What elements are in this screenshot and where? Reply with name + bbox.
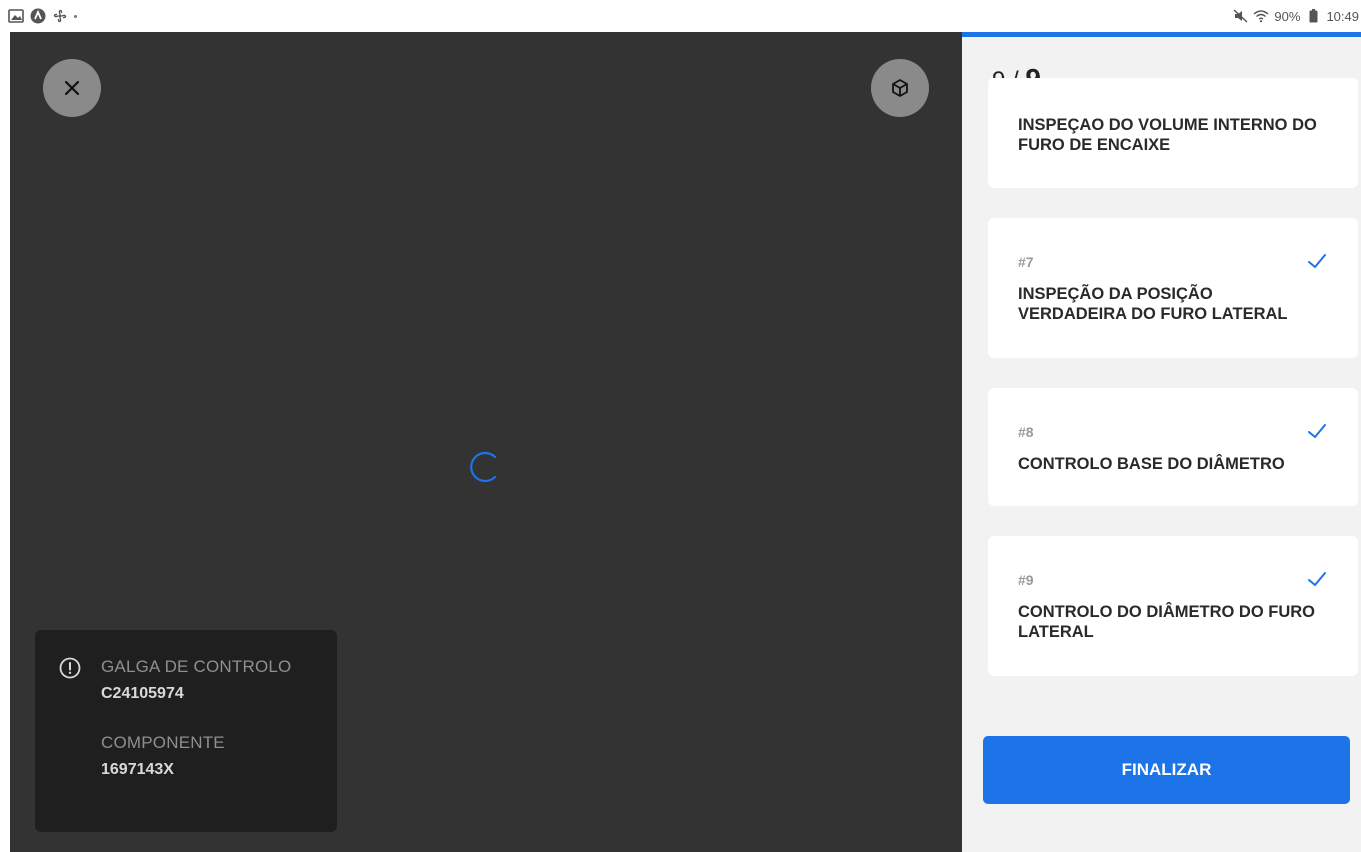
app-notification-icon bbox=[30, 8, 46, 24]
gallery-icon bbox=[8, 8, 24, 24]
check-icon bbox=[1308, 572, 1326, 586]
close-icon bbox=[64, 80, 80, 96]
gauge-info-panel: GALGA DE CONTROLO C24105974 COMPONENTE 1… bbox=[35, 630, 337, 832]
battery-icon bbox=[1305, 8, 1321, 24]
finish-button[interactable]: FINALIZAR bbox=[983, 736, 1350, 804]
fan-icon bbox=[52, 8, 68, 24]
gauge-info-text: GALGA DE CONTROLO C24105974 COMPONENTE 1… bbox=[101, 656, 291, 832]
component-value: 1697143X bbox=[101, 761, 174, 778]
gauge-label: GALGA DE CONTROLO bbox=[101, 657, 292, 676]
3d-view-button[interactable] bbox=[871, 59, 929, 117]
loading-spinner-icon bbox=[470, 451, 497, 483]
status-bar-right: 90% 10:49 bbox=[1232, 8, 1359, 24]
battery-percent: 90% bbox=[1274, 8, 1301, 24]
step-card-9[interactable]: #9 CONTROLO DO DIÂMETRO DO FURO LATERAL bbox=[988, 536, 1358, 676]
status-bar: 90% 10:49 bbox=[0, 0, 1361, 32]
mute-icon bbox=[1232, 8, 1248, 24]
close-button[interactable] bbox=[43, 59, 101, 117]
more-notifications-dot bbox=[74, 14, 77, 18]
check-icon bbox=[1308, 424, 1326, 438]
inspection-steps-panel: 9 / 9 INSPEÇAO DO VOLUME INTERNO DO FURO… bbox=[962, 32, 1361, 852]
step-card-7[interactable]: #7 INSPEÇÃO DA POSIÇÃO VERDADEIRA DO FUR… bbox=[988, 218, 1358, 358]
step-card-6[interactable]: INSPEÇAO DO VOLUME INTERNO DO FURO DE EN… bbox=[988, 78, 1358, 188]
check-icon bbox=[1308, 254, 1326, 268]
step-title: INSPEÇAO DO VOLUME INTERNO DO FURO DE EN… bbox=[1018, 116, 1317, 154]
progress-bar bbox=[962, 32, 1361, 37]
step-title: CONTROLO DO DIÂMETRO DO FURO LATERAL bbox=[1018, 603, 1315, 641]
step-number: #9 bbox=[1018, 572, 1034, 588]
component-label: COMPONENTE bbox=[101, 733, 225, 752]
cube-icon bbox=[892, 79, 908, 97]
status-bar-left bbox=[8, 8, 77, 24]
model-viewer[interactable]: GALGA DE CONTROLO C24105974 COMPONENTE 1… bbox=[10, 32, 962, 852]
step-number: #7 bbox=[1018, 254, 1034, 270]
wifi-icon bbox=[1253, 8, 1269, 24]
gauge-value: C24105974 bbox=[101, 685, 184, 702]
step-card-8[interactable]: #8 CONTROLO BASE DO DIÂMETRO bbox=[988, 388, 1358, 506]
step-title: CONTROLO BASE DO DIÂMETRO bbox=[1018, 455, 1285, 473]
clock: 10:49 bbox=[1326, 8, 1359, 24]
step-number: #8 bbox=[1018, 424, 1034, 440]
step-title: INSPEÇÃO DA POSIÇÃO VERDADEIRA DO FURO L… bbox=[1018, 285, 1288, 323]
alert-circle-icon bbox=[59, 657, 81, 679]
